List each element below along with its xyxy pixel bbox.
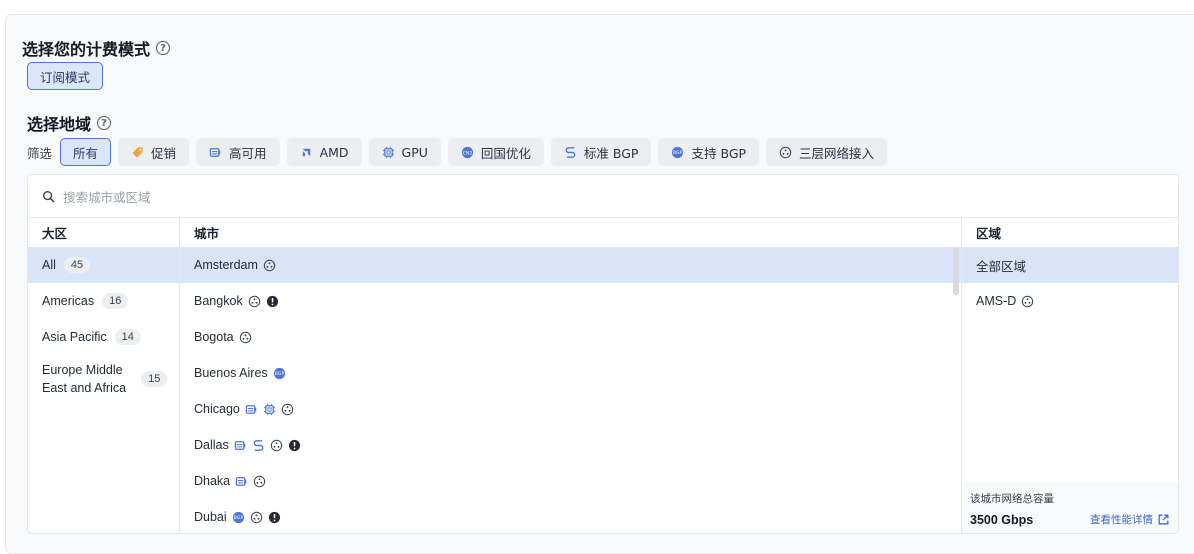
network-icon [239, 331, 252, 344]
city-name: Dhaka [194, 474, 231, 488]
route-icon [252, 439, 265, 452]
search-input[interactable]: 搜索城市或区域 [63, 187, 151, 206]
help-icon[interactable]: ? [97, 116, 112, 130]
china-optimized-icon: CN2 [461, 146, 474, 159]
filter-chip[interactable]: CN2 回国优化 [447, 138, 544, 166]
billing-section-title: 选择您的计费模式 ? [22, 36, 171, 60]
region-name: All [42, 258, 56, 272]
filter-chip[interactable]: AMD [286, 138, 362, 166]
region-list: All 45 Americas 16 Asia Pacific 14 Europe Midd… [28, 247, 179, 403]
city-name: Bogota [194, 330, 234, 344]
filter-chip[interactable]: BGP 支持 BGP [658, 138, 760, 166]
region-section-title: 选择地域 ? [27, 111, 112, 135]
city-item[interactable]: Dallas [180, 427, 961, 463]
server-icon [235, 475, 248, 488]
filter-chip[interactable]: GPU [368, 138, 441, 166]
city-name: Dubai [194, 510, 227, 524]
region-name: Americas [42, 294, 95, 308]
alert-icon [268, 511, 281, 524]
amd-icon [300, 146, 313, 159]
city-name: Amsterdam [194, 258, 258, 272]
search-bar[interactable]: 搜索城市或区域 [28, 175, 1178, 218]
city-name: Dallas [194, 438, 229, 452]
svg-text:CN2: CN2 [463, 150, 473, 156]
network-icon [1021, 295, 1034, 308]
filter-chips: 所有 促销 高可用 AMD GPU CN2 回国优化 标准 BGP BGP 支持 BGP 三层网络接… [60, 138, 888, 166]
city-item[interactable]: Chicago [180, 391, 961, 427]
zone-item[interactable]: 全部区域 [962, 247, 1178, 283]
zone-item[interactable]: AMS-D [962, 283, 1178, 319]
capacity-box: 该城市网络总容量 3500 Gbps 查看性能详情 [962, 483, 1178, 533]
tag-icon [131, 146, 144, 159]
bgp-icon: BGP [671, 146, 684, 159]
region-column-header: 大区 [42, 226, 68, 241]
capacity-value: 3500 Gbps [970, 512, 1034, 527]
alert-icon [288, 439, 301, 452]
filter-chip[interactable]: 所有 [60, 138, 112, 166]
filter-chip[interactable]: 促销 [118, 138, 190, 166]
network-icon [253, 475, 266, 488]
city-item[interactable]: Amsterdam [180, 247, 961, 283]
city-item[interactable]: Dubai BGP [180, 499, 961, 533]
server-icon [234, 439, 247, 452]
chip-icon [263, 403, 276, 416]
bgp-icon: BGP [232, 511, 245, 524]
region-item[interactable]: Europe Middle East and Africa 15 [28, 355, 179, 403]
region-count-badge: 14 [114, 329, 141, 345]
city-list: Amsterdam Bangkok Bogota Buenos Aires BGP Chi… [180, 247, 961, 533]
network-icon [248, 295, 261, 308]
help-icon[interactable]: ? [156, 41, 171, 55]
search-icon [42, 190, 55, 203]
chip-icon [382, 146, 395, 159]
zone-name: AMS-D [976, 294, 1017, 308]
external-link-icon [1157, 513, 1170, 526]
city-scrollbar[interactable] [953, 247, 959, 295]
city-item[interactable]: Bangkok [180, 283, 961, 319]
city-item[interactable]: Dhaka [180, 463, 961, 499]
city-name: Bangkok [194, 294, 243, 308]
network-icon [281, 403, 294, 416]
filter-row: 筛选 所有 促销 高可用 AMD GPU CN2 回国优化 标准 BGP BGP 支持 BGP 三层… [27, 138, 888, 166]
alert-icon [266, 295, 279, 308]
city-item[interactable]: Buenos Aires BGP [180, 355, 961, 391]
region-count-badge: 16 [102, 293, 129, 309]
subscription-mode-button[interactable]: 订阅模式 [27, 62, 104, 90]
zone-list: 全部区域 AMS-D [962, 247, 1178, 319]
network-icon [250, 511, 263, 524]
network-icon [263, 259, 276, 272]
city-name: Buenos Aires [194, 366, 268, 380]
svg-text:BGP: BGP [233, 515, 243, 521]
region-item[interactable]: All 45 [28, 247, 179, 283]
region-count-badge: 45 [63, 257, 91, 273]
zone-column-header: 区域 [976, 226, 1002, 241]
region-name: Europe Middle East and Africa [42, 363, 127, 395]
region-column: 大区 All 45 Americas 16 Asia Pacific 14 Europe M… [28, 218, 180, 533]
network-icon [270, 439, 283, 452]
city-column-header: 城市 [194, 226, 220, 241]
capacity-label: 该城市网络总容量 [970, 493, 1054, 505]
region-count-badge: 15 [141, 371, 168, 387]
city-item[interactable]: Bogota [180, 319, 961, 355]
server-icon [245, 403, 258, 416]
performance-details-link[interactable]: 查看性能详情 [1090, 512, 1170, 527]
network-icon [779, 146, 792, 159]
server-icon [209, 146, 222, 159]
filter-label: 筛选 [27, 145, 53, 161]
svg-text:BGP: BGP [673, 150, 683, 156]
route-icon [564, 146, 577, 159]
filter-chip[interactable]: 三层网络接入 [766, 138, 888, 166]
city-name: Chicago [194, 402, 240, 416]
city-column: 城市 Amsterdam Bangkok Bogota Buenos Aires BGP… [180, 218, 962, 533]
zone-name: 全部区域 [976, 259, 1027, 274]
location-panel: 搜索城市或区域 大区 All 45 Americas 16 Asia Pacific 14… [27, 174, 1179, 534]
zone-column: 区域 全部区域 AMS-D 该城市网络总容量 3500 Gbps 查看性能详情 [962, 218, 1178, 533]
filter-chip[interactable]: 高可用 [196, 138, 280, 166]
region-item[interactable]: Americas 16 [28, 283, 179, 319]
filter-chip[interactable]: 标准 BGP [550, 138, 652, 166]
region-name: Asia Pacific [42, 330, 107, 344]
bgp-icon: BGP [273, 367, 286, 380]
region-item[interactable]: Asia Pacific 14 [28, 319, 179, 355]
svg-text:BGP: BGP [274, 371, 284, 377]
